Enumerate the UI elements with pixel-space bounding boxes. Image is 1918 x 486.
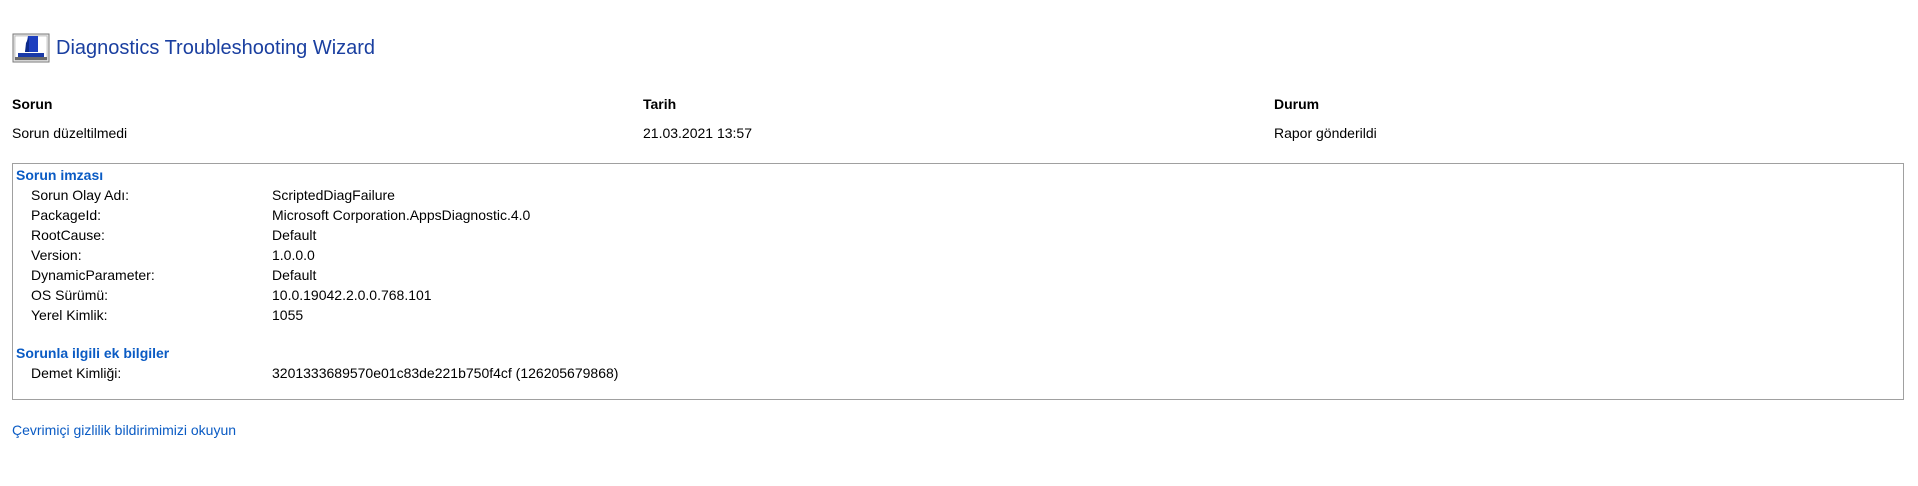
problem-details-box: Sorun imzası Sorun Olay Adı: ScriptedDia… <box>12 163 1904 400</box>
column-header-tarih: Tarih <box>643 96 677 112</box>
signature-value: 1.0.0.0 <box>272 247 315 263</box>
problem-status-value: Sorun düzeltilmedi <box>12 125 128 141</box>
signature-value: Microsoft Corporation.AppsDiagnostic.4.0 <box>272 207 531 223</box>
problem-signature-heading: Sorun imzası <box>16 167 104 183</box>
signature-key: DynamicParameter: <box>31 267 155 283</box>
extra-info-row: Demet Kimliği: 3201333689570e01c83de221b… <box>13 365 1903 385</box>
window-title: Diagnostics Troubleshooting Wizard <box>56 36 376 59</box>
summary-values: Sorun düzeltilmedi 21.03.2021 13:57 Rapo… <box>12 125 1906 145</box>
signature-value: Default <box>272 227 317 243</box>
signature-value: Default <box>272 267 317 283</box>
signature-row: DynamicParameter: Default <box>13 267 1903 287</box>
date-value: 21.03.2021 13:57 <box>643 125 752 141</box>
window-header: Diagnostics Troubleshooting Wizard <box>12 32 375 64</box>
signature-value: 1055 <box>272 307 304 323</box>
signature-row: RootCause: Default <box>13 227 1903 247</box>
signature-key: OS Sürümü: <box>31 287 109 303</box>
privacy-statement-link[interactable]: Çevrimiçi gizlilik bildirimimizi okuyun <box>12 422 236 438</box>
signature-row: PackageId: Microsoft Corporation.AppsDia… <box>13 207 1903 227</box>
signature-key: Version: <box>31 247 82 263</box>
signature-row: Sorun Olay Adı: ScriptedDiagFailure <box>13 187 1903 207</box>
signature-key: Sorun Olay Adı: <box>31 187 130 203</box>
signature-row: Yerel Kimlik: 1055 <box>13 307 1903 327</box>
extra-info-value: 3201333689570e01c83de221b750f4cf (126205… <box>272 365 619 381</box>
signature-value: 10.0.19042.2.0.0.768.101 <box>272 287 432 303</box>
extra-info-heading: Sorunla ilgili ek bilgiler <box>16 345 170 361</box>
column-header-durum: Durum <box>1274 96 1320 112</box>
diagnostics-wizard-icon <box>12 33 50 63</box>
extra-info-key: Demet Kimliği: <box>31 365 122 381</box>
signature-row: Version: 1.0.0.0 <box>13 247 1903 267</box>
signature-row: OS Sürümü: 10.0.19042.2.0.0.768.101 <box>13 287 1903 307</box>
summary-headers: Sorun Tarih Durum <box>12 96 1906 116</box>
signature-key: PackageId: <box>31 207 102 223</box>
signature-key: RootCause: <box>31 227 105 243</box>
signature-value: ScriptedDiagFailure <box>272 187 395 203</box>
column-header-sorun: Sorun <box>12 96 53 112</box>
report-status-value: Rapor gönderildi <box>1274 125 1377 141</box>
signature-key: Yerel Kimlik: <box>31 307 108 323</box>
